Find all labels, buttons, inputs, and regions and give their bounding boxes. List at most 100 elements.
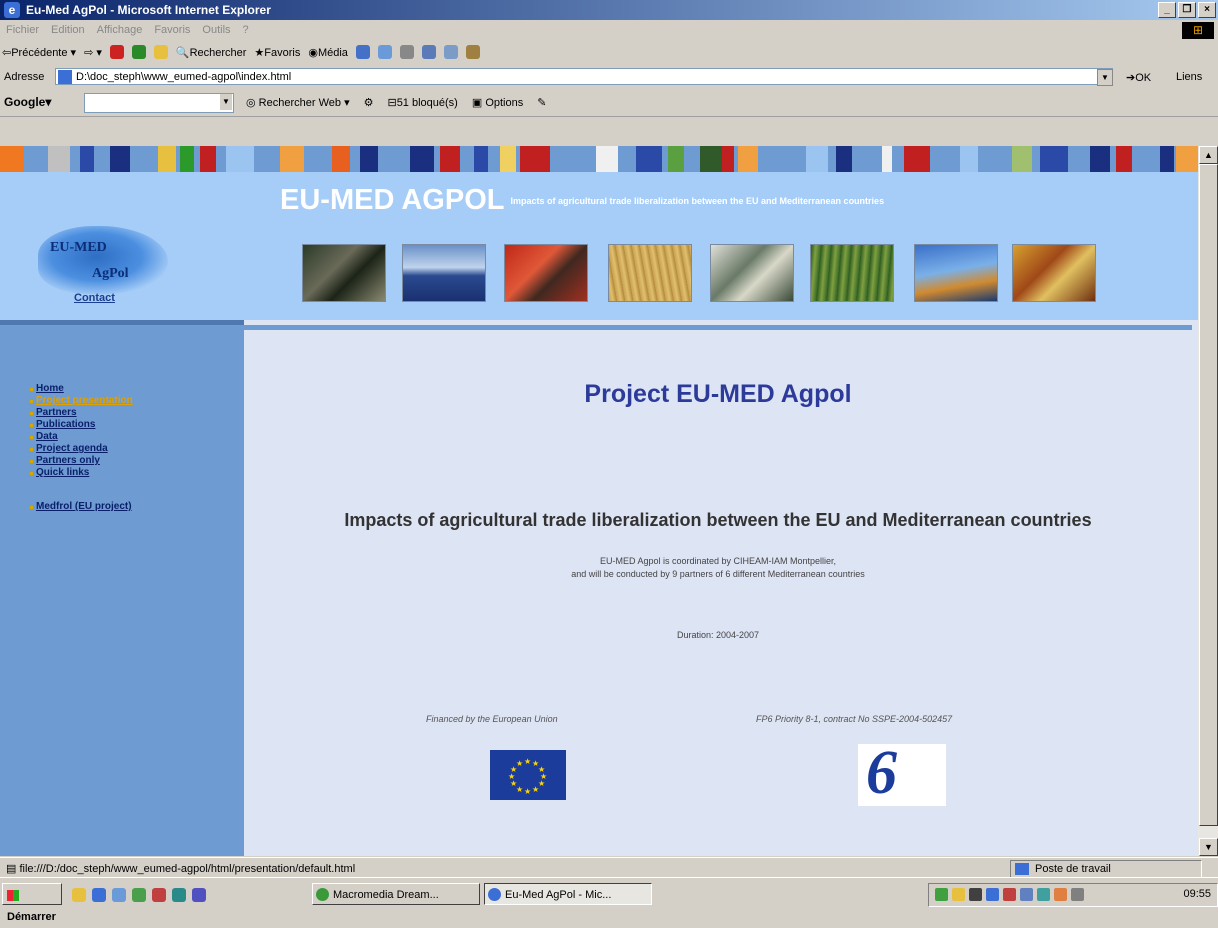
media-button[interactable]: ◉Média xyxy=(308,46,348,59)
options-label: Options xyxy=(485,97,524,109)
site-subtitle: Impacts of agricultural trade liberaliza… xyxy=(510,196,885,207)
google-logo[interactable]: Google▾ xyxy=(4,95,51,109)
messenger-icon[interactable] xyxy=(465,45,480,59)
explorer-launch-icon[interactable] xyxy=(172,888,186,902)
nav-partners-only[interactable]: Partners only xyxy=(30,455,133,467)
highlight-icon[interactable]: ✎ xyxy=(537,96,546,109)
nav-home[interactable]: Home xyxy=(30,383,133,395)
app-launch-icon[interactable] xyxy=(152,888,166,902)
links-button[interactable]: Liens xyxy=(1176,71,1202,83)
media-player-icon[interactable] xyxy=(132,888,146,902)
eu-flag-logo[interactable]: ★ ★ ★ ★ ★ ★ ★ ★ ★ ★ ★ ★ xyxy=(490,750,566,800)
edit-icon[interactable] xyxy=(421,45,436,59)
close-button[interactable]: × xyxy=(1198,2,1216,18)
quick-launch xyxy=(72,888,206,902)
nav-publications[interactable]: Publications xyxy=(30,419,133,431)
color-mosaic-strip xyxy=(0,146,1198,172)
photo-wheat xyxy=(608,244,692,302)
window-title: Eu-Med AgPol - Microsoft Internet Explor… xyxy=(26,3,271,17)
address-dropdown-button[interactable]: ▼ xyxy=(1097,69,1113,86)
home-icon[interactable] xyxy=(153,45,168,59)
tray-messenger-icon[interactable] xyxy=(1020,888,1033,901)
outlook-icon[interactable] xyxy=(112,888,126,902)
search-label: Rechercher xyxy=(189,46,247,59)
nav-project-presentation[interactable]: Project presentation xyxy=(30,395,133,407)
task-dreamweaver[interactable]: Macromedia Dream... xyxy=(312,883,480,905)
forward-arrow-icon: ⇨ xyxy=(84,46,94,59)
discuss-icon[interactable] xyxy=(443,45,458,59)
go-label: OK xyxy=(1135,72,1152,84)
task-ie[interactable]: Eu-Med AgPol - Mic... xyxy=(484,883,652,905)
coordination-line2: and will be conducted by 9 partners of 6… xyxy=(571,569,865,579)
fp6-logo[interactable]: 6 xyxy=(858,739,946,807)
menu-affichage[interactable]: Affichage xyxy=(97,24,143,36)
minimize-button[interactable]: _ xyxy=(1158,2,1176,18)
go-button[interactable]: ➔OK xyxy=(1126,71,1151,84)
nav-project-agenda[interactable]: Project agenda xyxy=(30,443,133,455)
menu-fichier[interactable]: Fichier xyxy=(6,24,39,36)
mail-icon[interactable] xyxy=(377,45,392,59)
eumed-agpol-logo[interactable]: EU-MED AgPol xyxy=(38,226,168,294)
google-search-dropdown[interactable]: ▼ xyxy=(220,94,232,110)
fp6-logo-mark: 6 xyxy=(866,739,897,807)
stop-icon[interactable] xyxy=(109,45,124,59)
forward-button[interactable]: ⇨ ▾ xyxy=(84,46,102,59)
menu-help[interactable]: ? xyxy=(243,24,249,36)
menu-edition[interactable]: Edition xyxy=(51,24,85,36)
tray-app-icon[interactable] xyxy=(952,888,965,901)
start-button[interactable]: Démarrer xyxy=(2,883,62,923)
contract-text: FP6 Priority 8-1, contract No SSPE-2004-… xyxy=(756,714,953,724)
dreamweaver-icon xyxy=(316,888,329,901)
photo-sea xyxy=(402,244,486,302)
back-arrow-icon: ⇦ xyxy=(2,46,12,59)
contact-link[interactable]: Contact xyxy=(74,292,115,304)
search-button[interactable]: 🔍Rechercher xyxy=(176,46,247,59)
print-icon[interactable] xyxy=(399,45,414,59)
photo-irrigation xyxy=(914,244,998,302)
zone-label: Poste de travail xyxy=(1035,863,1111,875)
site-title: EU-MED AGPOL Impacts of agricultural trad… xyxy=(280,184,884,217)
history-icon[interactable] xyxy=(355,45,370,59)
popup-blocker-button[interactable]: ⊟51 bloqué(s) xyxy=(387,96,457,109)
tray-sound-icon[interactable] xyxy=(1037,888,1050,901)
google-search-input[interactable] xyxy=(84,93,234,113)
address-input[interactable]: D:\doc_steph\www_eumed-agpol\index.html xyxy=(55,68,1113,85)
google-options-button[interactable]: ▣ Options xyxy=(472,96,523,109)
web-page: EU-MED AgPol Contact EU-MED AGPOL Impacts… xyxy=(0,146,1198,856)
show-desktop-icon[interactable] xyxy=(72,888,86,902)
nav-partners[interactable]: Partners xyxy=(30,407,133,419)
nav-quick-links[interactable]: Quick links xyxy=(30,467,133,479)
status-bar: ▤ file:///D:/doc_steph/www_eumed-agpol/h… xyxy=(0,857,1218,878)
menu-outils[interactable]: Outils xyxy=(202,24,230,36)
google-search-web-button[interactable]: ◎ Rechercher Web ▾ xyxy=(246,96,350,109)
vertical-scrollbar[interactable]: ▲ ▼ xyxy=(1198,146,1218,856)
ie-launch-icon[interactable] xyxy=(92,888,106,902)
popup-blocked-label: 51 bloqué(s) xyxy=(396,97,458,109)
site-title-text: EU-MED AGPOL xyxy=(280,184,505,216)
calc-launch-icon[interactable] xyxy=(192,888,206,902)
nav-data[interactable]: Data xyxy=(30,431,133,443)
task-ie-label: Eu-Med AgPol - Mic... xyxy=(505,889,612,901)
nav-medfrol[interactable]: Medfrol (EU project) xyxy=(30,501,133,513)
window-titlebar[interactable]: e Eu-Med AgPol - Microsoft Internet Expl… xyxy=(0,0,1218,20)
maximize-button[interactable]: ❐ xyxy=(1178,2,1196,18)
tray-network-icon[interactable] xyxy=(935,888,948,901)
scroll-up-button[interactable]: ▲ xyxy=(1199,146,1218,164)
system-tray: 09:55 xyxy=(928,883,1218,907)
logo-line2: AgPol xyxy=(92,266,129,281)
tray-antivirus-icon[interactable] xyxy=(1003,888,1016,901)
scroll-thumb[interactable] xyxy=(1199,164,1218,826)
tray-update-icon[interactable] xyxy=(986,888,999,901)
refresh-icon[interactable] xyxy=(131,45,146,59)
clock[interactable]: 09:55 xyxy=(1183,888,1211,900)
tray-monitor-icon[interactable] xyxy=(969,888,982,901)
favorites-button[interactable]: ★Favoris xyxy=(254,46,300,59)
page-rank-icon[interactable]: ⚙ xyxy=(364,96,374,109)
sidebar-nav: Home Project presentation Partners Publi… xyxy=(0,320,244,856)
menu-favoris[interactable]: Favoris xyxy=(154,24,190,36)
back-label: Précédente xyxy=(11,46,68,59)
tray-extra-icon[interactable] xyxy=(1054,888,1067,901)
back-button[interactable]: ⇦Précédente ▾ xyxy=(2,46,76,59)
scroll-down-button[interactable]: ▼ xyxy=(1199,838,1218,856)
tray-clock-icon[interactable] xyxy=(1071,888,1084,901)
